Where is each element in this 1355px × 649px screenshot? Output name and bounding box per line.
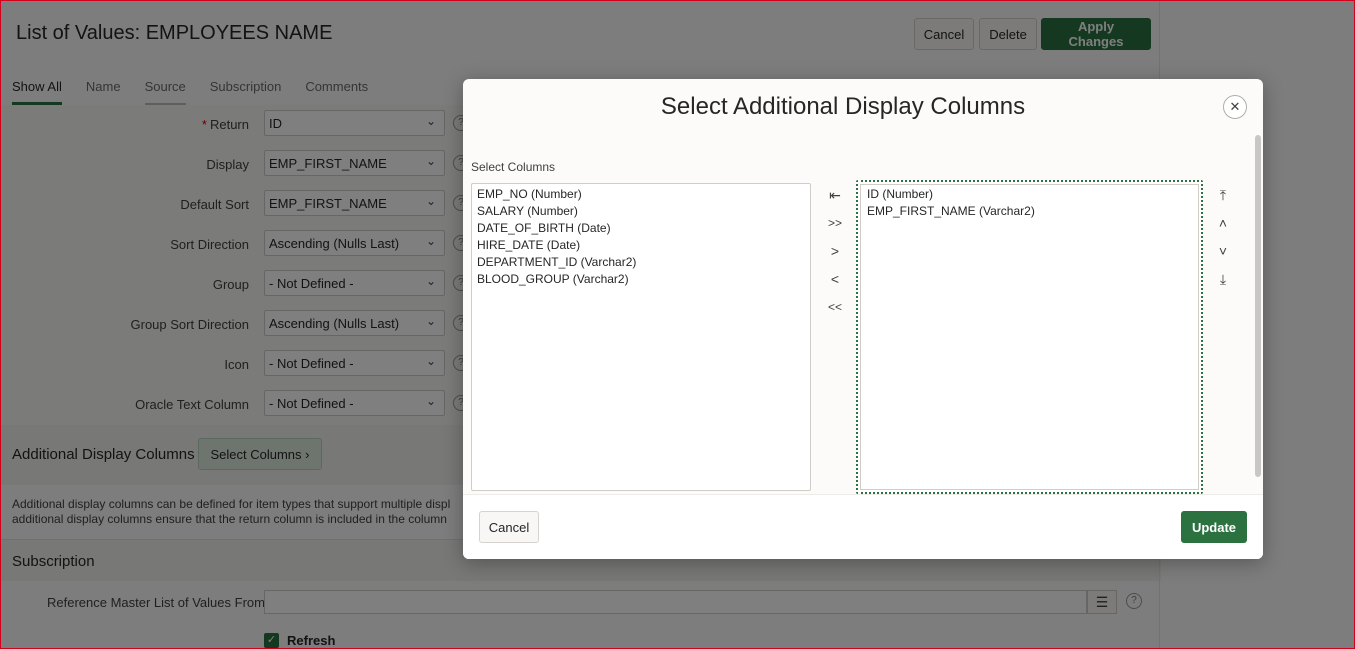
list-item[interactable]: DATE_OF_BIRTH (Date) [477, 220, 805, 237]
move-top-icon[interactable]: ⤒ [1211, 184, 1235, 206]
selected-columns-list[interactable]: ID (Number) EMP_FIRST_NAME (Varchar2) [856, 180, 1203, 494]
list-item[interactable]: EMP_NO (Number) [477, 186, 805, 203]
move-all-icon[interactable]: >> [823, 212, 847, 234]
select-columns-dialog: Select Additional Display Columns ✕ Sele… [463, 79, 1263, 559]
reset-icon[interactable]: ⇤ [823, 184, 847, 206]
close-icon[interactable]: ✕ [1223, 95, 1247, 119]
move-icon[interactable]: > [823, 240, 847, 262]
list-item[interactable]: DEPARTMENT_ID (Varchar2) [477, 254, 805, 271]
move-up-icon[interactable]: ˄ [1211, 212, 1235, 234]
list-item[interactable]: ID (Number) [867, 186, 1192, 203]
available-columns-list[interactable]: EMP_NO (Number) SALARY (Number) DATE_OF_… [471, 183, 811, 491]
remove-all-icon[interactable]: << [823, 296, 847, 318]
dialog-footer: Cancel Update [463, 494, 1263, 559]
list-item[interactable]: HIRE_DATE (Date) [477, 237, 805, 254]
remove-icon[interactable]: < [823, 268, 847, 290]
list-item[interactable]: SALARY (Number) [477, 203, 805, 220]
move-down-icon[interactable]: ˅ [1211, 240, 1235, 262]
dialog-scrollbar[interactable] [1255, 135, 1261, 477]
dialog-title: Select Additional Display Columns [660, 93, 1026, 120]
list-item[interactable]: EMP_FIRST_NAME (Varchar2) [867, 203, 1192, 220]
dialog-cancel-button[interactable]: Cancel [479, 511, 539, 543]
list-item[interactable]: BLOOD_GROUP (Varchar2) [477, 271, 805, 288]
select-columns-label: Select Columns [471, 160, 556, 174]
update-button[interactable]: Update [1181, 511, 1247, 543]
move-bottom-icon[interactable]: ⤓ [1211, 268, 1235, 290]
